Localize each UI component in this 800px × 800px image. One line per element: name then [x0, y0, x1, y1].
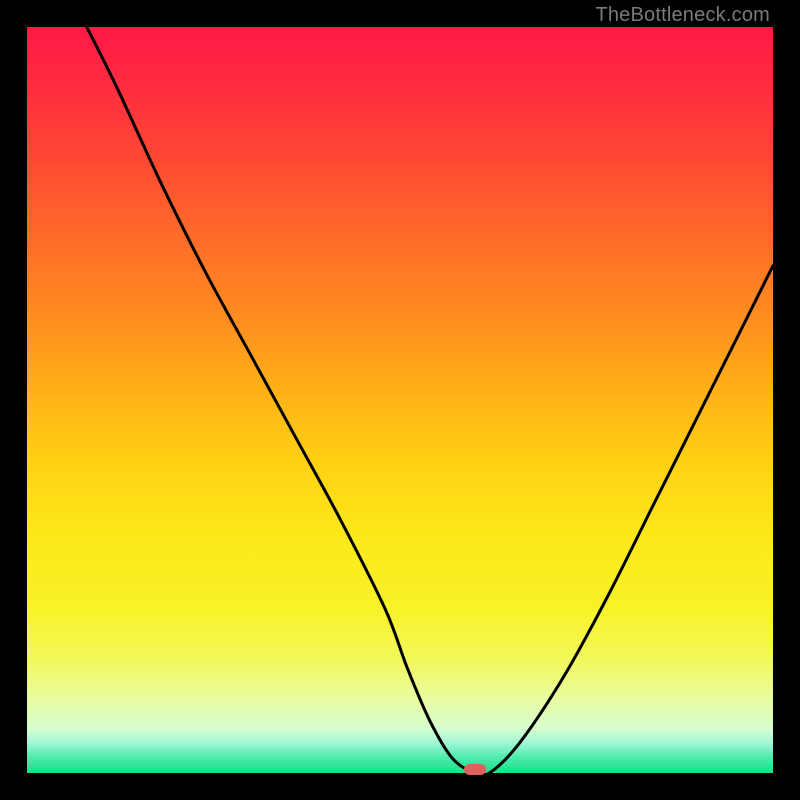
optimal-marker [464, 764, 486, 775]
bottleneck-curve [87, 27, 773, 773]
chart-frame: TheBottleneck.com [0, 0, 800, 800]
curve-layer [27, 27, 773, 773]
watermark-text: TheBottleneck.com [595, 4, 770, 27]
plot-area [27, 27, 773, 773]
